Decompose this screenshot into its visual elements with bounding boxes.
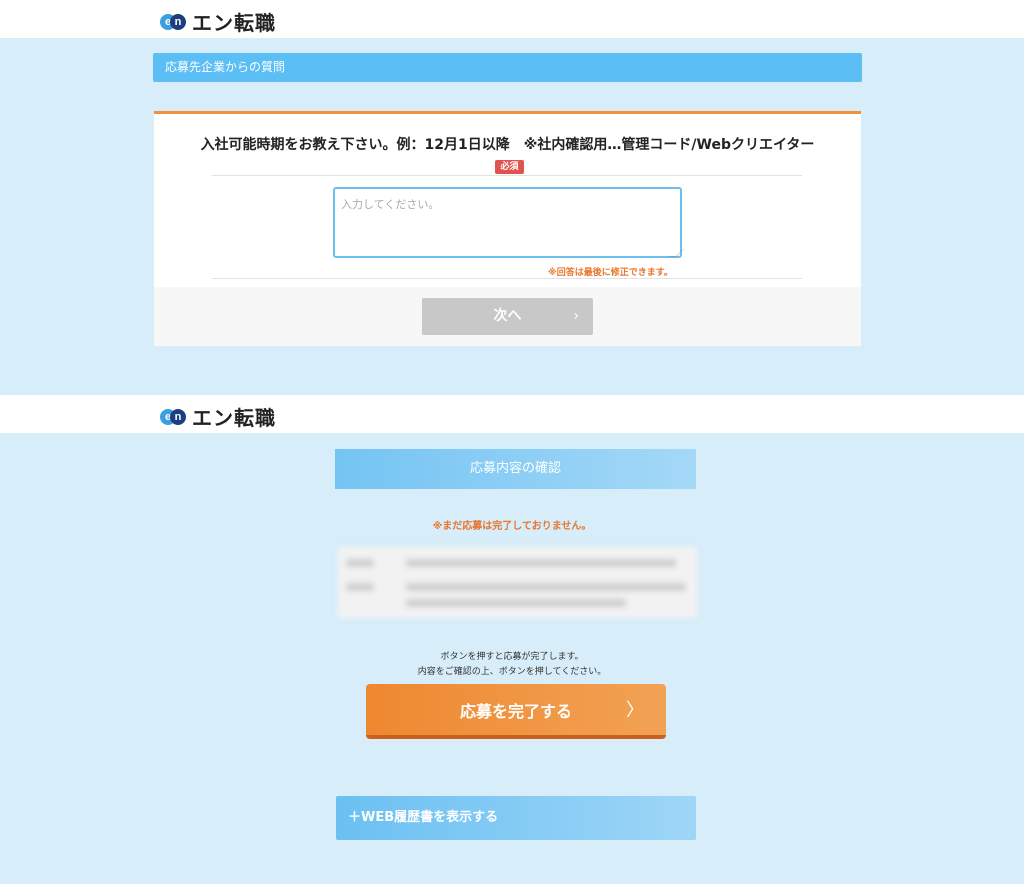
logo-letter-n: n — [170, 13, 186, 30]
divider — [212, 278, 802, 279]
question-card: 入社可能時期をお教え下さい。例：12月1日以降 ※社内確認用…管理コード/Web… — [154, 111, 861, 346]
divider — [212, 175, 802, 176]
question-text: 入社可能時期をお教え下さい。例：12月1日以降 ※社内確認用…管理コード/Web… — [194, 134, 821, 178]
required-badge: 必須 — [495, 160, 524, 174]
next-button[interactable]: 次へ › — [422, 298, 593, 335]
question-label: 入社可能時期をお教え下さい。例：12月1日以降 ※社内確認用…管理コード/Web… — [200, 137, 815, 153]
chevron-right-icon: › — [573, 308, 579, 324]
complete-button-label: 応募を完了する — [459, 701, 572, 721]
completion-instructions: ボタンを押すと応募が完了します。 内容をご確認の上、ボタンを押してください。 — [0, 650, 1024, 680]
en-tenshoku-logo[interactable]: e n エン転職 — [160, 7, 276, 36]
en-logo-icon: e n — [160, 13, 186, 31]
en-tenshoku-logo[interactable]: e n エン転職 — [160, 402, 276, 431]
next-button-label: 次へ — [493, 308, 522, 324]
brand-name: エン転職 — [192, 406, 276, 430]
card-footer: 次へ › — [154, 287, 861, 346]
answer-textarea[interactable] — [333, 187, 682, 258]
blurred-application-summary — [338, 547, 697, 618]
instruction-line: ボタンを押すと応募が完了します。 — [440, 652, 584, 662]
brand-name: エン転職 — [192, 11, 276, 35]
site-header: e n エン転職 — [0, 0, 1024, 38]
en-logo-icon: e n — [160, 408, 186, 426]
not-complete-warning: ※まだ応募は完了しておりません。 — [432, 521, 592, 532]
show-web-resume-button[interactable]: ＋WEB履歴書を表示する — [336, 796, 696, 840]
instruction-line: 内容をご確認の上、ボタンを押してください。 — [417, 667, 607, 677]
logo-letter-n: n — [170, 408, 186, 425]
confirm-section-title: 応募内容の確認 — [335, 449, 696, 489]
chevron-right-icon: 〉 — [626, 700, 644, 721]
site-header-confirm: e n エン転職 — [0, 395, 1024, 433]
question-section-title: 応募先企業からの質問 — [153, 53, 862, 82]
edit-note: ※回答は最後に修正できます。 — [548, 268, 673, 278]
complete-application-button[interactable]: 応募を完了する 〉 — [366, 684, 666, 739]
